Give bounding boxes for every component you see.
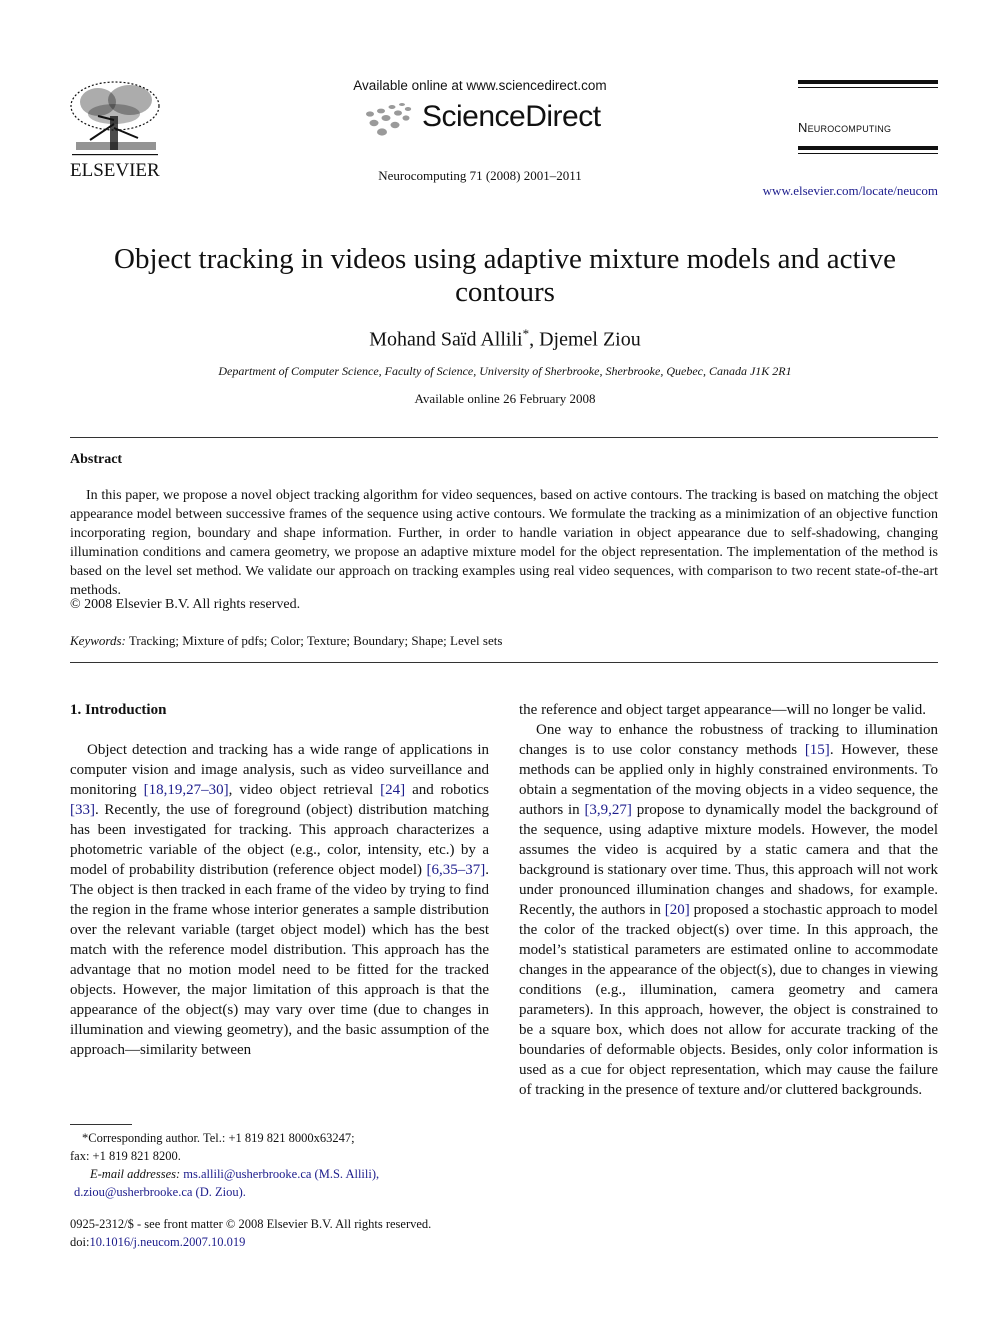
email-note: E-mail addresses: ms.allili@usherbrooke.… bbox=[70, 1165, 500, 1183]
corresponding-author-note: *Corresponding author. Tel.: +1 819 821 … bbox=[82, 1131, 355, 1145]
body-column-left: 1. Introduction Object detection and tra… bbox=[70, 700, 489, 1060]
keywords: Keywords: Tracking; Mixture of pdfs; Col… bbox=[70, 633, 502, 649]
doi-line: doi:10.1016/j.neucom.2007.10.019 bbox=[70, 1235, 246, 1249]
citation-link[interactable]: [20] bbox=[665, 902, 690, 918]
journal-rule-thin bbox=[798, 87, 938, 88]
journal-citation: Neurocomputing 71 (2008) 2001–2011 bbox=[378, 168, 582, 183]
citation-link[interactable]: [3,9,27] bbox=[584, 802, 632, 818]
paper-title: Object tracking in videos using adaptive… bbox=[114, 243, 896, 308]
front-matter: 0925-2312/$ - see front matter © 2008 El… bbox=[70, 1215, 500, 1251]
sciencedirect-logo[interactable]: ScienceDirect bbox=[362, 98, 602, 144]
journal-rule-thick bbox=[798, 146, 938, 150]
issn-line: 0925-2312/$ - see front matter © 2008 El… bbox=[70, 1217, 432, 1231]
body-paragraph: Object detection and tracking has a wide… bbox=[70, 742, 490, 1058]
author-name[interactable]: Djemel Ziou bbox=[539, 329, 641, 351]
sciencedirect-dots-icon bbox=[366, 103, 412, 136]
available-online-notice[interactable]: Available online at www.sciencedirect.co… bbox=[300, 78, 660, 93]
citation-link[interactable]: [24] bbox=[380, 782, 405, 798]
citation-link[interactable]: [33] bbox=[70, 802, 95, 818]
abstract-rule-bottom bbox=[70, 662, 938, 663]
email-link[interactable]: ms.allili@usherbrooke.ca (M.S. Allili), bbox=[183, 1167, 379, 1181]
sciencedirect-wordmark: ScienceDirect bbox=[422, 100, 601, 133]
email-label: E-mail addresses: bbox=[90, 1167, 181, 1181]
citation-link[interactable]: [15] bbox=[805, 742, 830, 758]
abstract-text: In this paper, we propose a novel object… bbox=[70, 488, 938, 598]
citation-link[interactable]: [18,19,27–30] bbox=[144, 782, 229, 798]
journal-url-link[interactable]: www.elsevier.com/locate/neucom bbox=[700, 183, 938, 199]
keywords-label: Keywords: bbox=[70, 633, 126, 648]
copyright-notice: © 2008 Elsevier B.V. All rights reserved… bbox=[70, 597, 301, 612]
footnote-rule bbox=[70, 1124, 132, 1125]
fax-note: fax: +1 819 821 8200. bbox=[70, 1149, 181, 1163]
citation-link[interactable]: [6,35–37] bbox=[427, 862, 486, 878]
author-name[interactable]: Mohand Saïd Allili bbox=[369, 329, 522, 351]
abstract-rule-top bbox=[70, 437, 938, 438]
footnotes: *Corresponding author. Tel.: +1 819 821 … bbox=[70, 1129, 500, 1201]
body-column-right: the reference and object target appearan… bbox=[519, 700, 938, 1100]
abstract-heading: Abstract bbox=[70, 452, 123, 467]
journal-rule-thin bbox=[798, 153, 938, 154]
doi-link[interactable]: 10.1016/j.neucom.2007.10.019 bbox=[89, 1235, 245, 1249]
available-online-date: Available online 26 February 2008 bbox=[414, 391, 596, 406]
journal-rule-thick bbox=[798, 80, 938, 84]
publisher-wordmark: ELSEVIER bbox=[70, 160, 160, 181]
body-paragraph: One way to enhance the robustness of tra… bbox=[519, 722, 938, 1098]
affiliation: Department of Computer Science, Faculty … bbox=[218, 364, 792, 378]
keywords-list: Tracking; Mixture of pdfs; Color; Textur… bbox=[128, 633, 503, 648]
author-list: Mohand Saïd Allili*, Djemel Ziou bbox=[100, 326, 910, 352]
section-heading: 1. Introduction bbox=[70, 702, 167, 718]
body-paragraph: the reference and object target appearan… bbox=[519, 702, 927, 718]
email-link[interactable]: d.ziou@usherbrooke.ca (D. Ziou). bbox=[74, 1185, 246, 1199]
author-separator: , bbox=[529, 328, 540, 351]
journal-name: Neurocomputing bbox=[798, 120, 892, 135]
